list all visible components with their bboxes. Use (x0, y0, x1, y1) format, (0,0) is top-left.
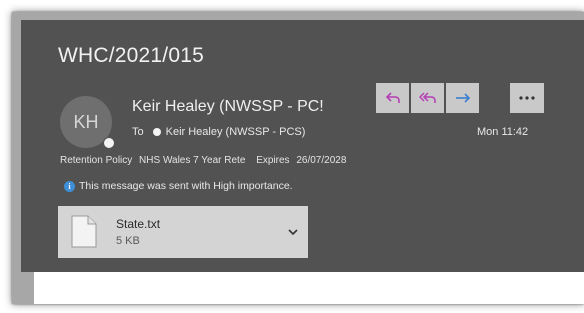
message-subject: WHC/2021/015 (58, 44, 204, 67)
text-file-icon (71, 215, 97, 248)
attachment-name: State.txt (116, 217, 161, 231)
forward-button[interactable] (446, 83, 479, 113)
more-options-button[interactable] (510, 83, 544, 113)
more-options-icon (519, 96, 535, 100)
attachment-card[interactable]: State.txt 5 KB (58, 206, 308, 258)
recipients-row: To Keir Healey (NWSSP - PCS) (132, 126, 305, 138)
reply-all-icon (418, 92, 436, 103)
reply-button[interactable] (376, 83, 409, 113)
message-actions (376, 83, 481, 113)
sender-name[interactable]: Keir Healey (NWSSP - PC! (132, 98, 354, 116)
reply-all-button[interactable] (411, 83, 444, 113)
retention-value: NHS Wales 7 Year Rete (139, 155, 246, 166)
message-body-area (34, 272, 584, 304)
reply-icon (385, 92, 400, 103)
avatar-initials: KH (73, 111, 99, 132)
chevron-down-icon[interactable] (286, 225, 300, 239)
attachment-size: 5 KB (116, 235, 140, 247)
retention-label: Retention Policy (60, 155, 133, 166)
received-date: Mon 11:42 (477, 126, 529, 138)
to-label: To (132, 126, 144, 138)
recipient-presence-icon (152, 128, 161, 136)
info-icon: i (64, 180, 75, 192)
expires-label: Expires (256, 155, 290, 166)
importance-text: This message was sent with High importan… (79, 180, 293, 192)
expires-value: 26/07/2028 (296, 155, 347, 166)
recipient-name[interactable]: Keir Healey (NWSSP - PCS) (166, 126, 306, 138)
presence-status-icon (103, 137, 115, 149)
importance-notice: i This message was sent with High import… (64, 180, 293, 192)
retention-policy-row: Retention Policy NHS Wales 7 Year Rete E… (60, 155, 350, 166)
forward-icon (455, 93, 470, 103)
